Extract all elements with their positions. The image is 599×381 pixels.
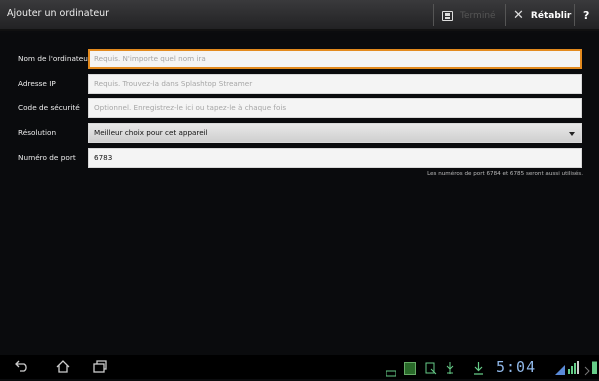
resolution-select[interactable]: Meilleur choix pour cet appareil <box>88 123 582 143</box>
port-note: Les numéros de port 6784 et 6785 seront … <box>427 171 583 177</box>
divider <box>433 4 434 26</box>
ip-input[interactable]: Requis. Trouvez-la dans Splashtop Stream… <box>88 74 582 94</box>
name-row: Nom de l'ordinateur Requis. N'importe qu… <box>0 49 599 69</box>
signal-bars-icon <box>568 359 580 374</box>
back-icon[interactable] <box>15 360 29 376</box>
usb-icon <box>445 360 455 374</box>
name-placeholder: Requis. N'importe quel nom ira <box>94 54 206 63</box>
app-notification-icon <box>404 360 416 375</box>
screenshot-icon <box>425 360 437 375</box>
battery-icon <box>592 359 597 374</box>
clock: 5:04 <box>496 358 537 376</box>
security-placeholder: Optionnel. Enregistrez-le ici ou tapez-l… <box>94 103 287 112</box>
action-bar: Ajouter un ordinateur Terminé ✕ Rétablir… <box>0 0 599 31</box>
wifi-icon <box>555 361 565 375</box>
keyboard-icon <box>385 362 397 377</box>
divider <box>505 4 506 26</box>
help-button[interactable]: ? <box>583 0 589 31</box>
home-icon[interactable] <box>56 360 70 377</box>
security-row: Code de sécurité Optionnel. Enregistrez-… <box>0 98 599 118</box>
port-row: Numéro de port 6783 <box>0 148 599 168</box>
resolution-value: Meilleur choix pour cet appareil <box>94 128 208 137</box>
download-icon <box>473 360 484 375</box>
ip-placeholder: Requis. Trouvez-la dans Splashtop Stream… <box>94 79 253 88</box>
close-icon: ✕ <box>513 8 524 23</box>
port-label: Numéro de port <box>18 153 76 162</box>
ip-row: Adresse IP Requis. Trouvez-la dans Splas… <box>0 74 599 94</box>
divider <box>574 4 575 26</box>
chevron-right-icon <box>584 361 590 376</box>
page-title: Ajouter un ordinateur <box>7 8 110 19</box>
ip-label: Adresse IP <box>18 79 56 88</box>
chevron-down-icon <box>569 132 575 136</box>
resolution-row: Résolution Meilleur choix pour cet appar… <box>0 123 599 143</box>
reset-label: Rétablir <box>530 10 572 21</box>
security-input[interactable]: Optionnel. Enregistrez-le ici ou tapez-l… <box>88 98 582 118</box>
name-input[interactable]: Requis. N'importe quel nom ira <box>88 49 582 69</box>
recent-apps-icon[interactable] <box>93 360 107 377</box>
form-area: Nom de l'ordinateur Requis. N'importe qu… <box>0 33 599 355</box>
done-label: Terminé <box>460 10 496 21</box>
security-label: Code de sécurité <box>18 103 80 112</box>
name-label: Nom de l'ordinateur <box>18 54 91 63</box>
reset-button[interactable]: ✕ Rétablir <box>513 0 571 31</box>
resolution-label: Résolution <box>18 128 57 137</box>
save-icon <box>442 10 453 21</box>
port-input[interactable]: 6783 <box>88 148 582 168</box>
system-nav-bar: 5:04 <box>0 355 599 379</box>
done-button[interactable]: Terminé <box>442 0 496 31</box>
